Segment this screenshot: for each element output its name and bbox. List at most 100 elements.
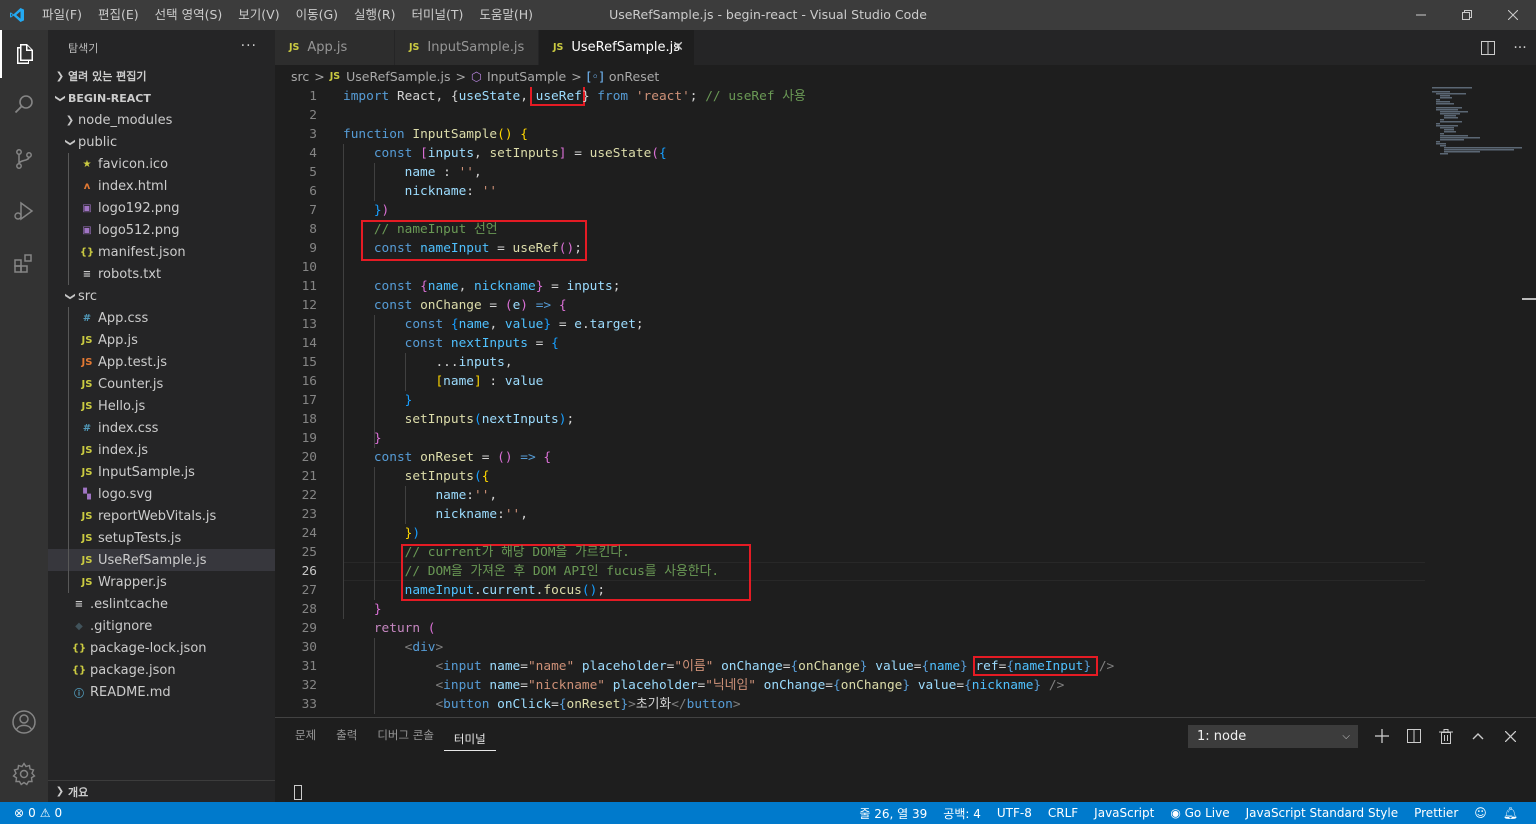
explorer-icon[interactable]: [0, 30, 48, 78]
tree-file[interactable]: ▚ logo.svg: [48, 483, 275, 505]
tree-file[interactable]: ʌ index.html: [48, 175, 275, 197]
tab-problems[interactable]: 문제: [285, 718, 326, 753]
tree-file[interactable]: JS UseRefSample.js: [48, 549, 275, 571]
code-editor[interactable]: 1 import React, {useState, useRef} from '…: [275, 87, 1536, 717]
tree-file[interactable]: JS Counter.js: [48, 373, 275, 395]
tree-file[interactable]: ◆ .gitignore: [48, 615, 275, 637]
tab-terminal[interactable]: 터미널: [443, 721, 496, 751]
prettier-status[interactable]: Prettier: [1406, 806, 1466, 820]
tree-file[interactable]: ≡ robots.txt: [48, 263, 275, 285]
indent-guide: [68, 307, 69, 329]
tree-file[interactable]: JS index.js: [48, 439, 275, 461]
search-icon[interactable]: [0, 81, 48, 129]
menu-item[interactable]: 선택 영역(S): [147, 0, 231, 30]
restore-button[interactable]: [1444, 0, 1490, 30]
minimap[interactable]: [1432, 87, 1522, 157]
menu-item[interactable]: 이동(G): [288, 0, 346, 30]
split-terminal-icon[interactable]: [1398, 724, 1430, 748]
code-line: 28 }: [275, 600, 1425, 619]
code-token: nickname: [971, 678, 1034, 693]
file-type-icon: JS: [81, 356, 93, 368]
code-token: const: [373, 279, 413, 294]
tree-file[interactable]: # App.css: [48, 307, 275, 329]
code-line: 4 const [inputs, setInputs] = useState({: [275, 144, 1425, 163]
project-section[interactable]: ❯ BEGIN-REACT: [48, 87, 275, 109]
tab-app-js[interactable]: JS App.js: [275, 30, 395, 65]
maximize-panel-icon[interactable]: [1462, 724, 1494, 748]
line-ending[interactable]: CRLF: [1040, 806, 1086, 820]
language-mode[interactable]: JavaScript: [1086, 806, 1162, 820]
tree-file[interactable]: ≡ .eslintcache: [48, 593, 275, 615]
menu-item[interactable]: 파일(F): [34, 0, 90, 30]
open-editors-section[interactable]: ❯ 열려 있는 편집기: [48, 65, 275, 87]
tree-file[interactable]: ⓘ README.md: [48, 681, 275, 703]
breadcrumb-member[interactable]: onReset: [609, 69, 660, 84]
breadcrumb-file[interactable]: UseRefSample.js: [346, 69, 450, 84]
close-window-button[interactable]: [1490, 0, 1536, 30]
account-icon[interactable]: [0, 698, 48, 746]
run-debug-icon[interactable]: [0, 187, 48, 235]
code-token: name: [443, 374, 474, 389]
code-token: import: [343, 89, 390, 104]
tree-folder[interactable]: ❯ public: [48, 131, 275, 153]
menu-item[interactable]: 실행(R): [346, 0, 403, 30]
terminal-cursor[interactable]: [294, 785, 302, 800]
terminal-select[interactable]: 1: node ⌵: [1188, 725, 1358, 748]
line-number: 13: [301, 317, 317, 332]
breadcrumb-folder[interactable]: src: [291, 69, 309, 84]
extensions-icon[interactable]: [0, 239, 48, 287]
source-control-icon[interactable]: [0, 135, 48, 183]
code-token: ,: [474, 146, 490, 161]
breadcrumb-function[interactable]: InputSample: [487, 69, 566, 84]
indentation[interactable]: 공백: 4: [935, 805, 989, 822]
menu-item[interactable]: 터미널(T): [404, 0, 472, 30]
more-actions-icon[interactable]: ···: [241, 38, 257, 54]
tab-output[interactable]: 출력: [326, 718, 367, 753]
code-line: 8 // nameInput 선언: [275, 220, 1425, 239]
tree-file[interactable]: ▣ logo192.png: [48, 197, 275, 219]
close-tab-icon[interactable]: ✕: [672, 39, 684, 55]
more-actions-icon[interactable]: ···: [1504, 30, 1536, 65]
tab-debug-console[interactable]: 디버그 콘솔: [367, 718, 444, 753]
notifications-bell-icon[interactable]: 🔔︎: [1495, 806, 1526, 820]
tree-file[interactable]: JS Hello.js: [48, 395, 275, 417]
feedback-icon[interactable]: ☺: [1466, 806, 1495, 820]
tree-file[interactable]: ★ favicon.ico: [48, 153, 275, 175]
tree-file[interactable]: {} manifest.json: [48, 241, 275, 263]
code-line: 13 const {name, value} = e.target;: [275, 315, 1425, 334]
linter-status[interactable]: JavaScript Standard Style: [1238, 806, 1407, 820]
settings-gear-icon[interactable]: [0, 750, 48, 798]
minimize-button[interactable]: [1398, 0, 1444, 30]
tree-file[interactable]: {} package-lock.json: [48, 637, 275, 659]
menu-item[interactable]: 도움말(H): [471, 0, 541, 30]
problems-status[interactable]: ⊗ 0 ⚠ 0: [14, 802, 62, 824]
tab-inputsample-js[interactable]: JS InputSample.js: [395, 30, 539, 65]
code-text: }): [343, 524, 420, 543]
close-panel-icon[interactable]: [1494, 724, 1526, 748]
tree-folder[interactable]: ❯ src: [48, 285, 275, 307]
tree-file[interactable]: JS App.test.js: [48, 351, 275, 373]
trash-icon[interactable]: [1430, 724, 1462, 748]
go-live-button[interactable]: ◉ Go Live: [1162, 806, 1237, 820]
tree-file[interactable]: JS Wrapper.js: [48, 571, 275, 593]
tree-file[interactable]: JS reportWebVitals.js: [48, 505, 275, 527]
encoding[interactable]: UTF-8: [989, 806, 1040, 820]
menu-item[interactable]: 보기(V): [230, 0, 287, 30]
tree-file[interactable]: # index.css: [48, 417, 275, 439]
split-editor-icon[interactable]: [1472, 30, 1504, 65]
tree-file[interactable]: JS App.js: [48, 329, 275, 351]
tree-file[interactable]: JS InputSample.js: [48, 461, 275, 483]
menu-item[interactable]: 편집(E): [90, 0, 147, 30]
tree-file[interactable]: {} package.json: [48, 659, 275, 681]
tree-file[interactable]: ▣ logo512.png: [48, 219, 275, 241]
tree-file[interactable]: JS setupTests.js: [48, 527, 275, 549]
cursor-position[interactable]: 줄 26, 열 39: [851, 805, 935, 822]
file-type-icon: JS: [81, 400, 93, 412]
tree-folder[interactable]: ❯ node_modules: [48, 109, 275, 131]
outline-section[interactable]: ❯ 개요: [48, 780, 275, 802]
new-terminal-icon[interactable]: [1366, 724, 1398, 748]
code-token: :: [435, 165, 459, 180]
tab-userefsample-js[interactable]: JS UseRefSample.js ✕: [539, 30, 695, 65]
code-token: <: [435, 697, 444, 712]
